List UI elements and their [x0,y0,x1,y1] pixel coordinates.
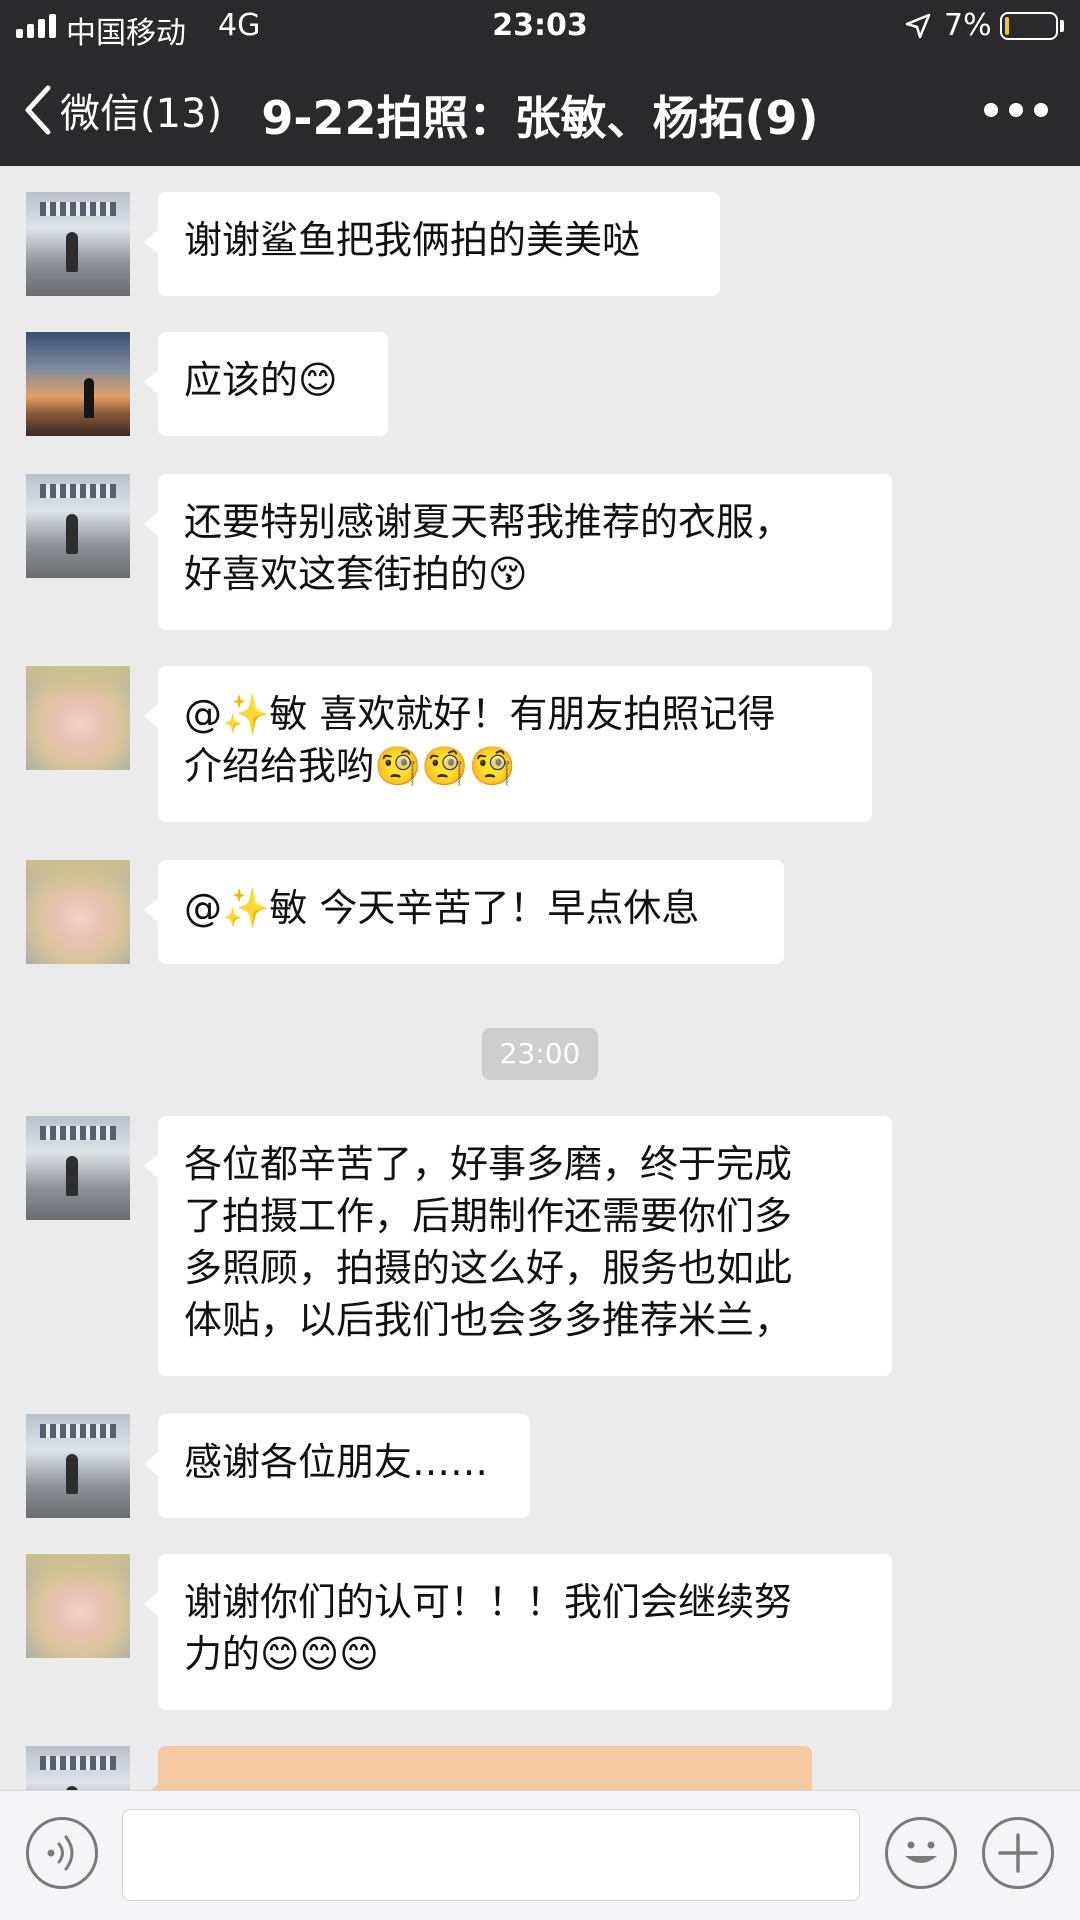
plus-icon [998,1833,1038,1873]
voice-button[interactable] [26,1817,98,1889]
message-bubble[interactable]: @✨敏 喜欢就好！有朋友拍照记得 介绍给我哟🧐🧐🧐 [144,666,872,822]
message-bubble[interactable]: @✨敏 今天辛苦了！早点休息 [144,860,784,964]
store-photo-avatar[interactable] [26,474,130,578]
message-bubble[interactable]: 谢谢你们的认可！！！我们会继续努 力的😊😊😊 [144,1554,892,1710]
message-list[interactable]: 谢谢鲨鱼把我俩拍的美美哒 应该的😊 还要特别感谢夏天帮我推荐的衣服， 好喜欢这套… [0,166,1080,1790]
link-card-bubble[interactable] [144,1746,812,1790]
store-photo-avatar[interactable] [26,1116,130,1220]
message-input[interactable] [122,1809,860,1901]
voice-icon [47,1835,74,1871]
battery-icon [1000,12,1058,40]
back-label: 微信(13) [60,91,223,137]
battery-percent: 7% [944,8,992,43]
message-bubble[interactable]: 感谢各位朋友…… [144,1414,530,1518]
sunset-silhouette-avatar[interactable] [26,332,130,436]
emoji-button[interactable] [885,1817,957,1889]
more-dots-icon [984,103,998,117]
emoji-icon [905,1841,937,1863]
location-arrow-icon [905,13,931,39]
message-bubble[interactable]: 还要特别感谢夏天帮我推荐的衣服， 好喜欢这套街拍的😚 [144,474,892,630]
chat-title: 9-22拍照：张敏、杨拓(9) [261,91,819,145]
input-bar [0,1790,1080,1920]
store-photo-avatar[interactable] [26,1414,130,1518]
time-divider: 23:00 [482,1028,598,1080]
battery-level-fill [1005,17,1009,35]
girl-selfie-avatar[interactable] [26,860,130,964]
more-button[interactable] [984,98,1048,122]
status-bar: 中国移动 4G 23:03 7% [0,0,1080,52]
message-bubble[interactable]: 各位都辛苦了，好事多磨，终于完成 了拍摄工作，后期制作还需要你们多 多照顾，拍摄… [144,1116,892,1376]
store-photo-avatar[interactable] [26,1746,130,1790]
chat-header: 微信(13) 9-22拍照：张敏、杨拓(9) [0,52,1080,166]
back-button[interactable]: 微信(13) [20,80,222,140]
battery-tip [1060,20,1064,32]
plus-button[interactable] [982,1817,1054,1889]
girl-selfie-avatar[interactable] [26,666,130,770]
girl-selfie-avatar[interactable] [26,1554,130,1658]
message-bubble[interactable]: 应该的😊 [144,332,388,436]
chevron-left-icon [25,85,51,135]
message-bubble[interactable]: 谢谢鲨鱼把我俩拍的美美哒 [144,192,720,296]
more-dots-icon [1034,103,1048,117]
more-dots-icon [1009,103,1023,117]
store-photo-avatar[interactable] [26,192,130,296]
